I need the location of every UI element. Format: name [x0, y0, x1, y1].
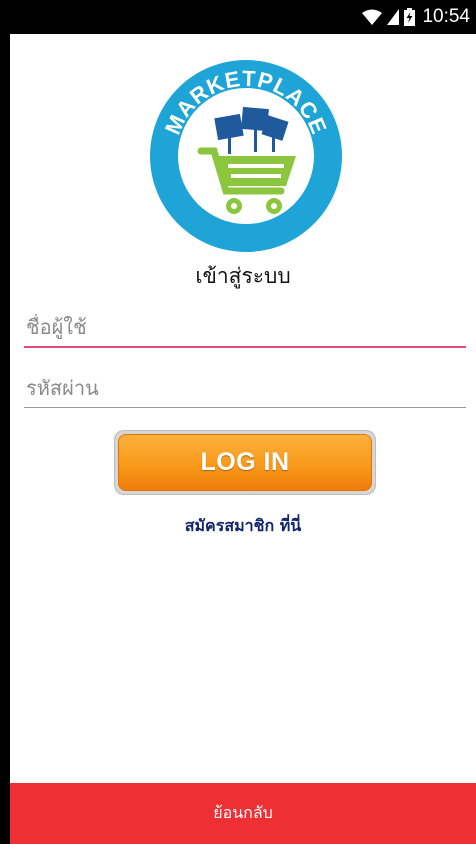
status-time: 10:54 [422, 6, 470, 27]
marketplace-logo: MARKETPLACE [150, 60, 342, 252]
login-button-frame: LOG IN [114, 430, 376, 495]
signal-icon [387, 9, 400, 25]
status-bar: 10:54 [0, 0, 476, 34]
back-button-label: ย้อนกลับ [213, 803, 273, 822]
back-button[interactable]: ย้อนกลับ [10, 783, 476, 844]
username-input[interactable] [24, 314, 466, 348]
app-screen: 10:54 MARKETPLACE เข้าสู่ระบบ ชื่อผู้ใช้… [0, 0, 476, 844]
password-input[interactable] [24, 374, 466, 408]
register-link[interactable]: สมัครสมาชิก ที่นี่ [10, 514, 476, 539]
watermark: free for personal use [10, 738, 139, 754]
login-title: เข้าสู่ระบบ [195, 264, 291, 288]
wifi-icon [362, 9, 383, 25]
login-screen: MARKETPLACE เข้าสู่ระบบ LOG IN สมัครส [10, 34, 476, 783]
battery-charging-icon [404, 8, 416, 26]
login-button[interactable]: LOG IN [118, 434, 372, 491]
